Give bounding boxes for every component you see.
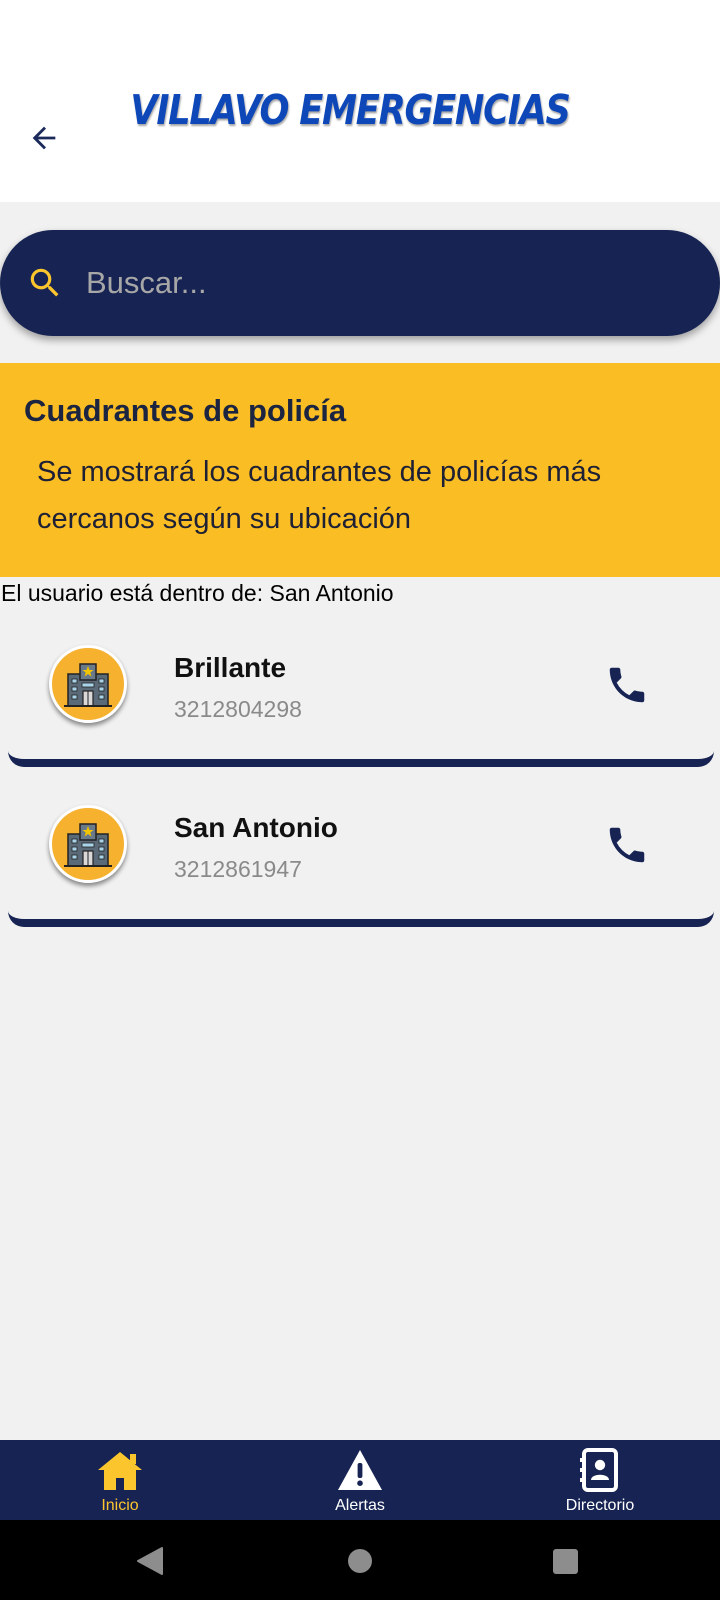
contact-card[interactable]: Brillante 3212804298 bbox=[8, 614, 714, 767]
app-header: VILLAVO EMERGENCIAS bbox=[0, 0, 720, 202]
phone-icon bbox=[609, 827, 645, 863]
warning-icon bbox=[335, 1446, 385, 1494]
nav-item-inicio[interactable]: Inicio bbox=[0, 1440, 240, 1520]
system-home-icon[interactable] bbox=[348, 1549, 372, 1573]
contact-name: Brillante bbox=[174, 652, 287, 683]
info-card-description: Se mostrará los cuadrantes de policías m… bbox=[37, 456, 602, 535]
app-title: VILLAVO EMERGENCIAS bbox=[130, 86, 571, 134]
contact-avatar bbox=[49, 805, 127, 883]
contact-phone: 3212861947 bbox=[174, 856, 302, 882]
bottom-nav: Inicio Alertas Directorio bbox=[0, 1440, 720, 1520]
contact-card[interactable]: San Antonio 3212861947 bbox=[8, 774, 714, 927]
system-back-icon[interactable] bbox=[136, 1546, 164, 1576]
police-station-icon bbox=[64, 663, 112, 707]
info-card-title: Cuadrantes de policía bbox=[24, 393, 347, 428]
search-input[interactable] bbox=[86, 258, 666, 308]
search-bar[interactable] bbox=[0, 230, 720, 336]
nav-item-alertas[interactable]: Alertas bbox=[240, 1440, 480, 1520]
contact-phone: 3212804298 bbox=[174, 696, 302, 722]
user-location-text: El usuario está dentro de: San Antonio bbox=[1, 580, 394, 606]
nav-label: Directorio bbox=[565, 1497, 635, 1514]
info-card: Cuadrantes de policía Se mostrará los cu… bbox=[0, 363, 720, 577]
call-button[interactable] bbox=[602, 820, 652, 870]
nav-item-directorio[interactable]: Directorio bbox=[480, 1440, 720, 1520]
contacts-book-icon bbox=[575, 1446, 625, 1494]
nav-label: Inicio bbox=[101, 1497, 139, 1514]
search-icon bbox=[30, 268, 59, 297]
phone-icon bbox=[609, 667, 645, 703]
call-button[interactable] bbox=[602, 660, 652, 710]
system-recents-icon[interactable] bbox=[553, 1549, 578, 1574]
police-station-icon bbox=[64, 823, 112, 867]
home-icon bbox=[95, 1446, 145, 1494]
system-nav-bar bbox=[0, 1520, 720, 1600]
contact-avatar bbox=[49, 645, 127, 723]
nav-label: Alertas bbox=[335, 1497, 385, 1514]
contact-name: San Antonio bbox=[174, 812, 338, 843]
